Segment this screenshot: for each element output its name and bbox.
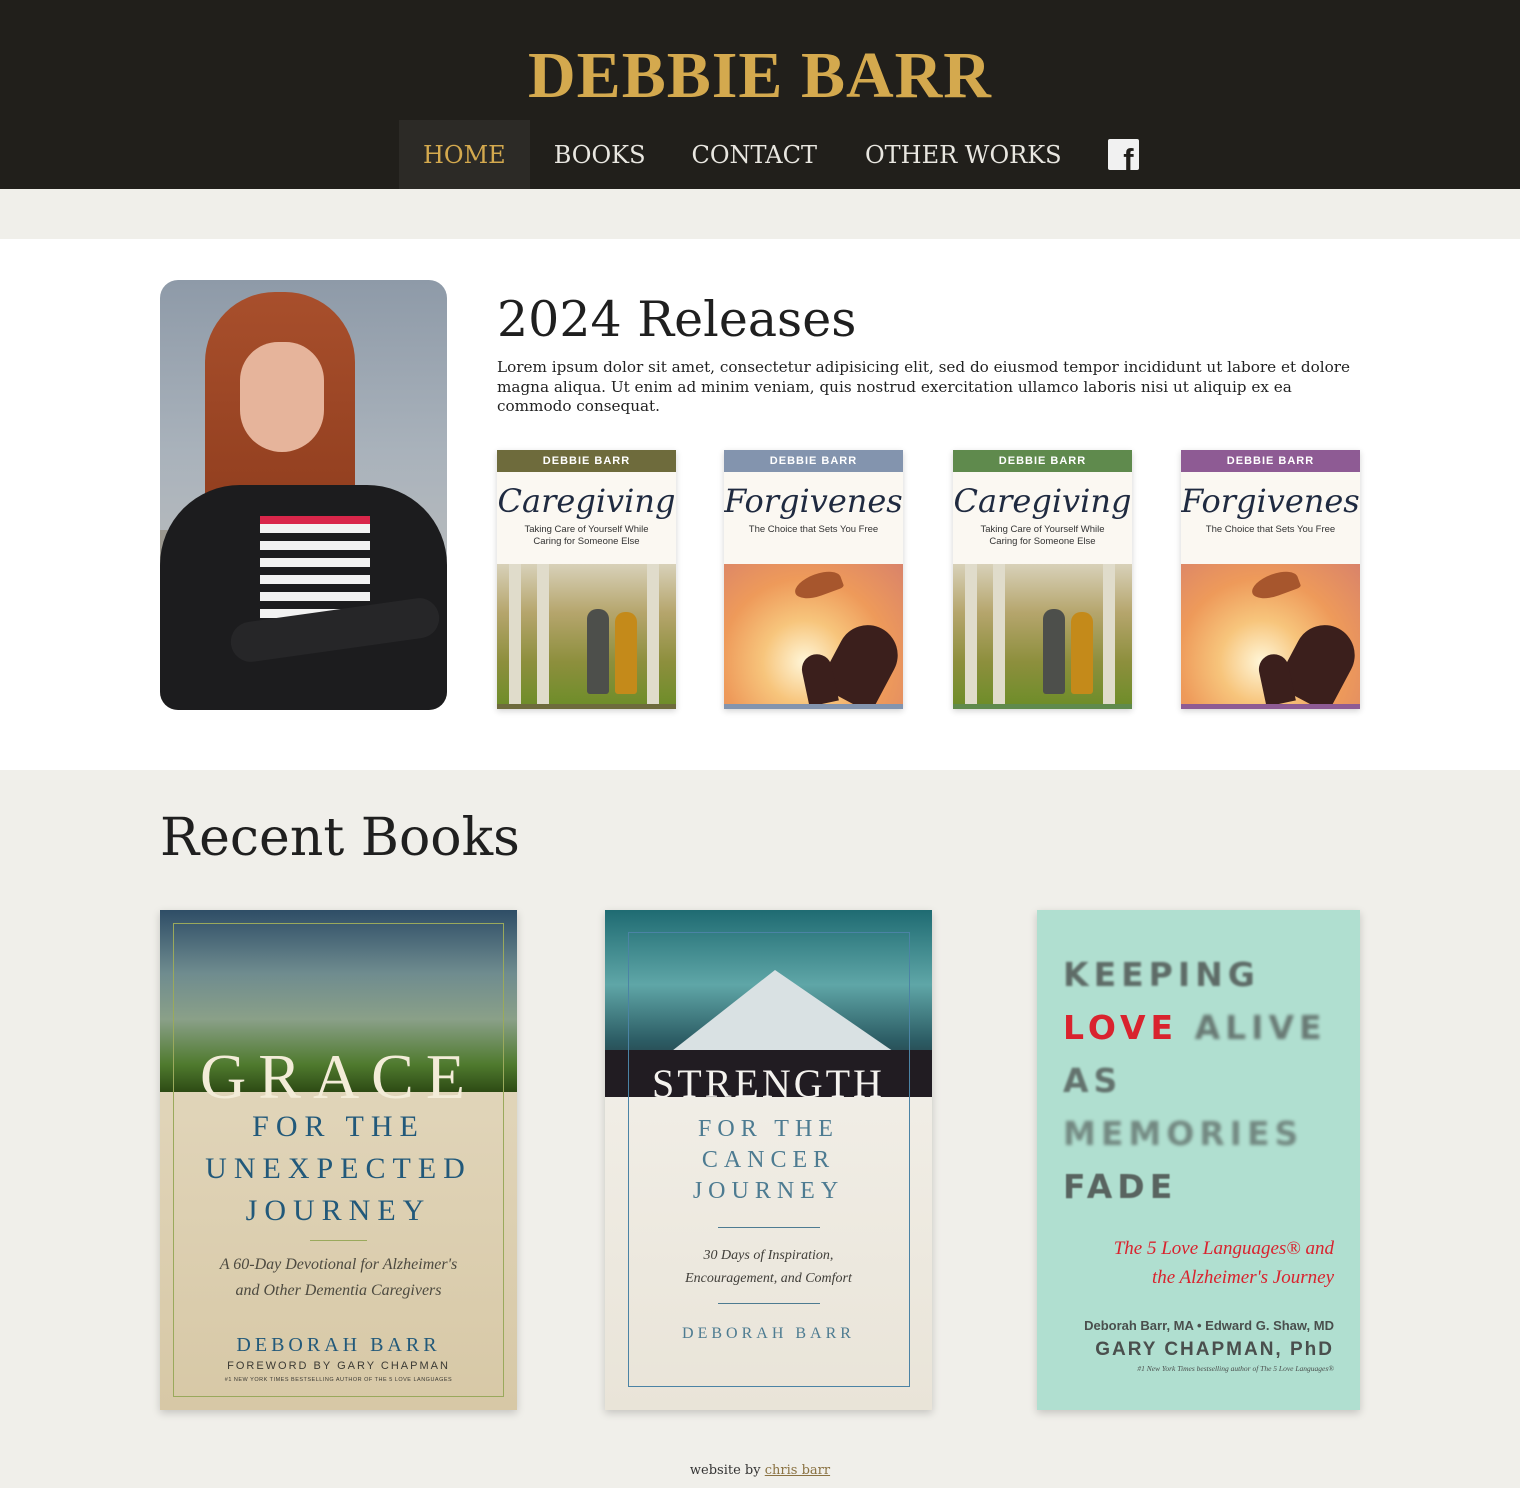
book-subtitle: The Choice that Sets You Free	[1205, 524, 1336, 535]
cover-title-line: FADE	[1063, 1167, 1178, 1206]
book-cover-art	[497, 564, 676, 704]
book-title: Caregiving	[497, 482, 676, 520]
main-nav: HOME BOOKS CONTACT OTHER WORKS f	[399, 120, 1139, 189]
recent-books-title: Recent Books	[160, 808, 520, 868]
cover-title-line: AS	[1063, 1061, 1123, 1100]
release-book-caregiving-2[interactable]: DEBBIE BARR Caregiving Taking Care of Yo…	[953, 450, 1132, 709]
author-photo	[160, 280, 447, 710]
site-footer: website by chris barr	[0, 1463, 1520, 1478]
nav-books[interactable]: BOOKS	[530, 120, 668, 189]
releases-section: 2024 Releases Lorem ipsum dolor sit amet…	[0, 239, 1520, 770]
cover-title: STRENGTH	[652, 1061, 885, 1106]
cover-credit: #1 NEW YORK TIMES BESTSELLING AUTHOR OF …	[224, 1377, 453, 1383]
cover-foreword: FOREWORD BY GARY CHAPMAN	[227, 1360, 450, 1372]
cover-tagline: 30 Days of Inspiration, Encouragement, a…	[685, 1248, 852, 1286]
book-subtitle: Taking Care of Yourself While Caring for…	[980, 524, 1105, 547]
cover-authors: Deborah Barr, MA • Edward G. Shaw, MD	[1084, 1318, 1334, 1333]
book-title: Caregiving	[953, 482, 1132, 520]
book-strength[interactable]: STRENGTH FOR THE CANCER JOURNEY 30 Days …	[605, 910, 932, 1410]
site-header: DEBBIE BARR HOME BOOKS CONTACT OTHER WOR…	[0, 0, 1520, 189]
cover-tagline: A 60-Day Devotional for Alzheimer's and …	[219, 1256, 458, 1299]
book-band: DEBBIE BARR	[1181, 450, 1360, 472]
book-cover-art	[953, 564, 1132, 704]
book-keeping-love-alive[interactable]: KEEPING LOVE ALIVE AS MEMORIES FADE The …	[1037, 910, 1360, 1410]
cover-subtitle: FOR THE UNEXPECTED JOURNEY	[205, 1110, 472, 1227]
release-book-forgiveness-1[interactable]: DEBBIE BARR Forgiveness The Choice that …	[724, 450, 903, 709]
book-band: DEBBIE BARR	[953, 450, 1132, 472]
cover-title: GRACE	[200, 1041, 477, 1112]
releases-title: 2024 Releases	[497, 291, 857, 348]
site-title[interactable]: DEBBIE BARR	[0, 38, 1520, 114]
book-band: DEBBIE BARR	[724, 450, 903, 472]
releases-description: Lorem ipsum dolor sit amet, consectetur …	[497, 358, 1351, 415]
book-band: DEBBIE BARR	[497, 450, 676, 472]
cover-title-line: MEMORIES	[1063, 1114, 1304, 1153]
cover-title-line: KEEPING	[1063, 955, 1260, 994]
book-subtitle: The Choice that Sets You Free	[748, 524, 879, 535]
release-book-caregiving-1[interactable]: DEBBIE BARR Caregiving Taking Care of Yo…	[497, 450, 676, 709]
release-book-forgiveness-2[interactable]: DEBBIE BARR Forgiveness The Choice that …	[1181, 450, 1360, 709]
cover-author: GARY CHAPMAN, PhD	[1095, 1339, 1334, 1360]
nav-home[interactable]: HOME	[399, 120, 530, 189]
book-title: Forgiveness	[724, 482, 903, 520]
book-subtitle: Taking Care of Yourself While Caring for…	[524, 524, 649, 547]
nav-contact[interactable]: CONTACT	[668, 120, 841, 189]
book-cover-art	[1181, 564, 1360, 709]
book-title: Forgiveness	[1181, 482, 1360, 520]
footer-text: website by	[689, 1463, 761, 1478]
cover-credit: #1 New York Times bestselling author of …	[1137, 1364, 1334, 1373]
cover-subtitle: FOR THE CANCER JOURNEY	[692, 1116, 845, 1204]
footer-link[interactable]: chris barr	[765, 1463, 830, 1478]
nav-other-works[interactable]: OTHER WORKS	[841, 120, 1086, 189]
book-cover-art	[724, 564, 903, 709]
cover-author: DEBORAH BARR	[682, 1325, 855, 1342]
facebook-icon[interactable]: f	[1107, 139, 1139, 175]
cover-tagline: The 5 Love Languages® and the Alzheimer'…	[1113, 1238, 1334, 1288]
cover-author: DEBORAH BARR	[236, 1334, 441, 1356]
book-grace[interactable]: GRACE FOR THE UNEXPECTED JOURNEY A 60-Da…	[160, 910, 517, 1410]
cover-title-line: LOVE ALIVE	[1063, 1008, 1327, 1047]
